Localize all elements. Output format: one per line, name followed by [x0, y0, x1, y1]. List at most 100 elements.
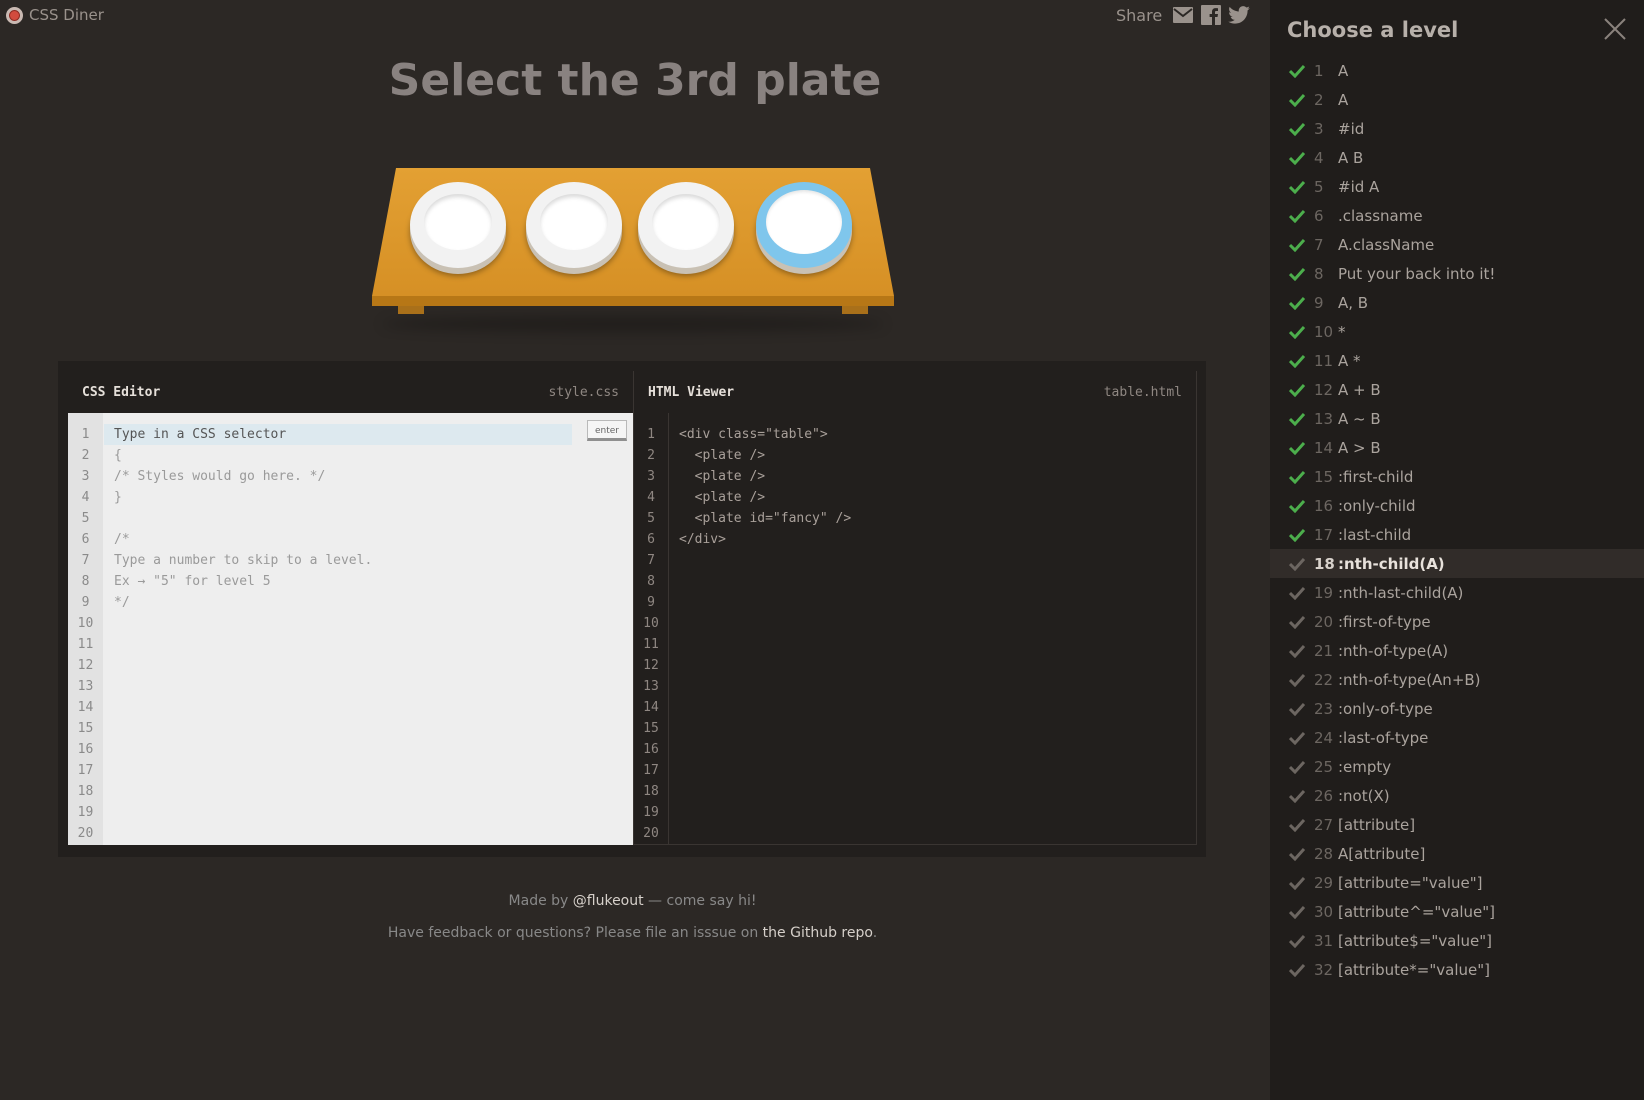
line-number: 11: [77, 637, 94, 652]
code-line: */: [114, 595, 130, 610]
level-item-16[interactable]: 16:only-child: [1270, 491, 1644, 520]
code-line: <plate id="fancy" />: [679, 511, 852, 526]
level-number: 16: [1314, 496, 1334, 515]
line-number: 13: [643, 679, 659, 694]
plate[interactable]: [410, 182, 506, 268]
level-item-13[interactable]: 13 A ~ B: [1270, 404, 1644, 433]
checkmark-icon: [1288, 62, 1306, 80]
line-number: 5: [81, 511, 90, 526]
level-item-8[interactable]: 8 Put your back into it!: [1270, 259, 1644, 288]
line-number: 4: [81, 490, 90, 505]
level-label: Put your back into it!: [1338, 264, 1496, 283]
level-item-3[interactable]: 3 #id: [1270, 114, 1644, 143]
level-number: 14: [1314, 438, 1334, 457]
level-item-5[interactable]: 5 #id A: [1270, 172, 1644, 201]
level-item-19[interactable]: 19:nth-last-child(A): [1270, 578, 1644, 607]
level-item-2[interactable]: 2A: [1270, 85, 1644, 114]
level-item-4[interactable]: 4 A B: [1270, 143, 1644, 172]
level-number: 1: [1314, 61, 1324, 80]
level-item-10[interactable]: 10 *: [1270, 317, 1644, 346]
level-sidebar: Choose a level 1 A 2 A 3 #id 4 A B 5 #id A 6 .class…: [1270, 0, 1644, 1100]
level-item-18[interactable]: 18:nth-child(A): [1270, 549, 1644, 578]
level-label: :nth-child(A): [1338, 554, 1445, 573]
level-item-21[interactable]: 21:nth-of-type(A): [1270, 636, 1644, 665]
level-item-32[interactable]: 32 [attribute*="value"]: [1270, 955, 1644, 984]
level-item-6[interactable]: 6 .classname: [1270, 201, 1644, 230]
html-viewer-title: HTML Viewer: [648, 384, 735, 400]
line-number: 3: [81, 469, 90, 484]
level-item-22[interactable]: 22:nth-of-type(An+B): [1270, 665, 1644, 694]
line-number: 15: [77, 721, 94, 736]
level-number: 12: [1314, 380, 1334, 399]
app-logo[interactable]: CSS Diner: [6, 6, 104, 24]
css-editor-title: CSS Editor: [82, 384, 161, 400]
facebook-icon[interactable]: [1200, 4, 1222, 26]
level-item-25[interactable]: 25:empty: [1270, 752, 1644, 781]
level-item-12[interactable]: 12 A + B: [1270, 375, 1644, 404]
html-viewer-filename: table.html: [1103, 384, 1182, 400]
twitter-icon[interactable]: [1228, 4, 1250, 26]
css-selector-input[interactable]: [104, 424, 572, 445]
level-item-31[interactable]: 31 [attribute$="value"]: [1270, 926, 1644, 955]
checkmark-icon: [1288, 700, 1306, 718]
level-item-29[interactable]: 29 [attribute="value"]: [1270, 868, 1644, 897]
level-item-30[interactable]: 30 [attribute^="value"]: [1270, 897, 1644, 926]
level-label: :nth-of-type(A): [1338, 641, 1449, 660]
level-number: 32: [1314, 960, 1334, 979]
level-item-23[interactable]: 23:only-of-type: [1270, 694, 1644, 723]
level-item-15[interactable]: 15:first-child: [1270, 462, 1644, 491]
close-icon[interactable]: [1604, 18, 1626, 40]
checkmark-icon: [1288, 613, 1306, 631]
level-item-9[interactable]: 9 A, B: [1270, 288, 1644, 317]
checkmark-icon: [1288, 584, 1306, 602]
line-number: 10: [643, 616, 659, 631]
css-editor: CSS Editor style.css 1 2 3 4 5 6 7 8 9 10 11 12 13 14…: [68, 371, 633, 845]
level-item-26[interactable]: 26:not(X): [1270, 781, 1644, 810]
level-item-17[interactable]: 17:last-child: [1270, 520, 1644, 549]
plate-fancy[interactable]: [756, 182, 852, 268]
line-number: 17: [77, 763, 94, 778]
plate[interactable]: [526, 182, 622, 268]
level-item-20[interactable]: 20:first-of-type: [1270, 607, 1644, 636]
checkmark-icon: [1288, 874, 1306, 892]
level-item-1[interactable]: 1A: [1270, 56, 1644, 85]
level-list: 1 A 2 A 3 #id 4 A B 5 #id A 6 .classname 7 A.classNam…: [1270, 56, 1644, 984]
level-item-11[interactable]: 11 A *: [1270, 346, 1644, 375]
level-number: 15: [1314, 467, 1334, 486]
level-label: :first-of-type: [1338, 612, 1431, 631]
level-item-7[interactable]: 7 A.className: [1270, 230, 1644, 259]
footer-feedback-prefix: Have feedback or questions? Please file …: [387, 925, 763, 941]
line-number: 14: [643, 700, 659, 715]
github-repo-link[interactable]: the Github repo: [763, 925, 873, 941]
line-number: 19: [77, 805, 94, 820]
line-number: 9: [647, 595, 655, 610]
level-item-24[interactable]: 24:last-of-type: [1270, 723, 1644, 752]
code-line: /*: [114, 532, 130, 547]
line-number: 19: [643, 805, 659, 820]
enter-button[interactable]: enter: [587, 420, 627, 441]
level-label: #id: [1338, 119, 1365, 138]
checkmark-icon: [1288, 787, 1306, 805]
line-number: 3: [647, 469, 655, 484]
sidebar-title: Choose a level: [1287, 18, 1459, 42]
footer-credit-prefix: Made by: [508, 893, 573, 909]
css-editor-header: CSS Editor style.css: [68, 371, 633, 413]
email-icon[interactable]: [1172, 4, 1194, 26]
level-label: :nth-last-child(A): [1338, 583, 1464, 602]
level-item-14[interactable]: 14 A > B: [1270, 433, 1644, 462]
level-item-27[interactable]: 27 [attribute]: [1270, 810, 1644, 839]
plate[interactable]: [638, 182, 734, 268]
level-label: A > B: [1338, 438, 1381, 457]
level-number: 31: [1314, 931, 1334, 950]
flukeout-link[interactable]: @flukeout: [573, 893, 644, 909]
level-number: 17: [1314, 525, 1334, 544]
level-item-28[interactable]: 28 A[attribute]: [1270, 839, 1644, 868]
level-number: 2: [1314, 90, 1324, 109]
line-number: 5: [647, 511, 655, 526]
level-label: :only-child: [1338, 496, 1416, 515]
